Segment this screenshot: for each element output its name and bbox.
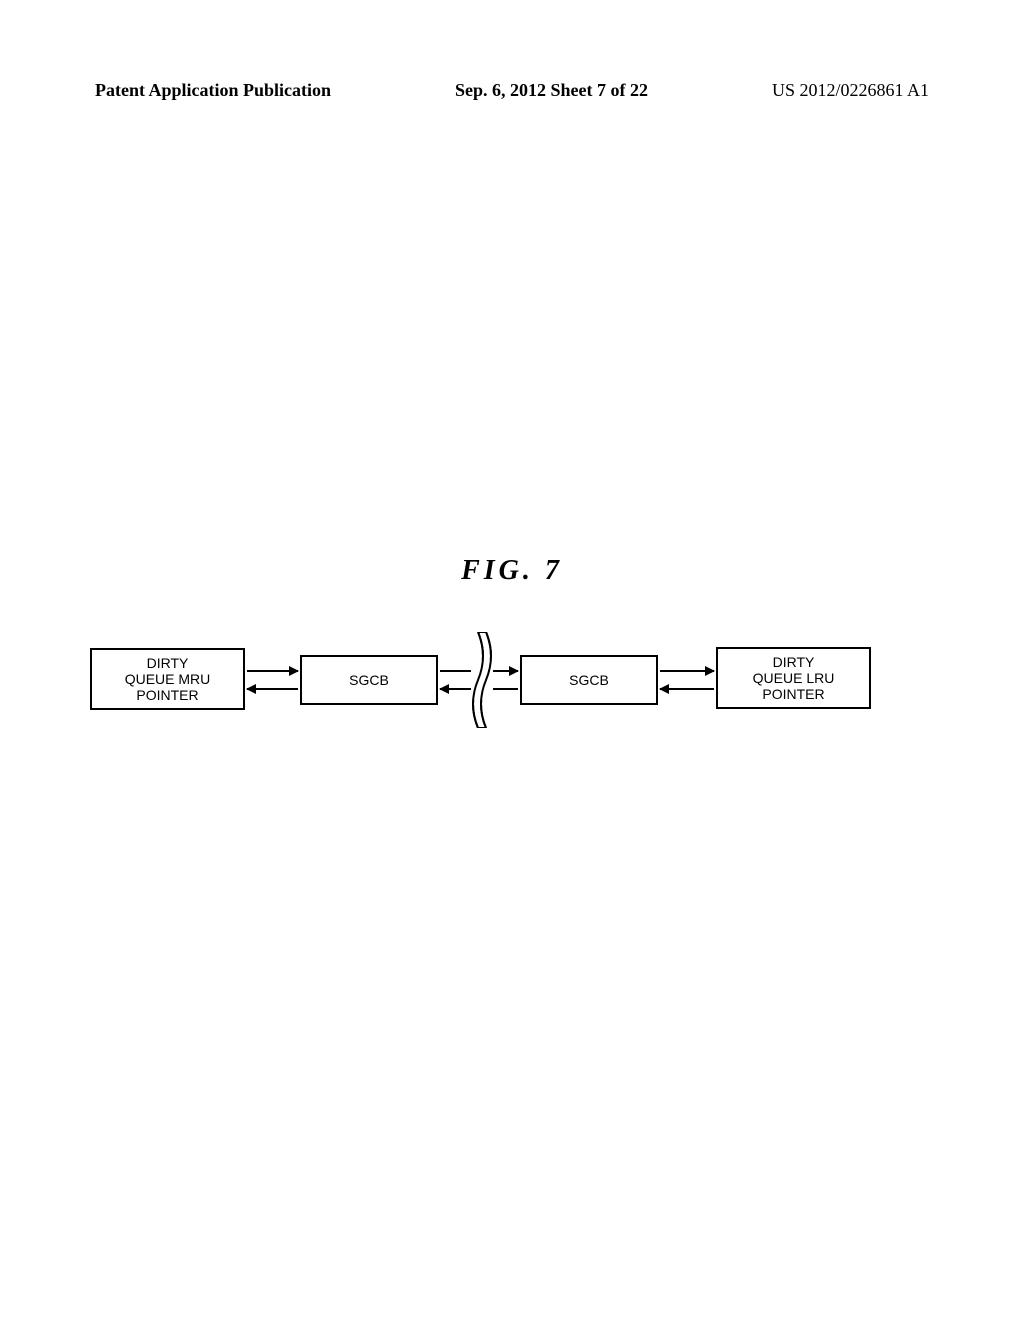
arrow-mru-to-sgcb1 <box>247 670 298 672</box>
arrow-sgcb1-to-mru <box>247 688 298 690</box>
header-date-sheet: Sep. 6, 2012 Sheet 7 of 22 <box>455 80 648 101</box>
box-sgcb1-label: SGCB <box>349 672 389 688</box>
arrow-sgcb2-to-lru <box>660 670 714 672</box>
dirty-queue-mru-pointer-box: DIRTYQUEUE MRUPOINTER <box>90 648 245 710</box>
dirty-queue-lru-pointer-box: DIRTYQUEUE LRUPOINTER <box>716 647 871 709</box>
arrow-sgcb1-to-sgcb2 <box>440 670 518 672</box>
arrow-sgcb2-to-sgcb1 <box>440 688 518 690</box>
figure-label: FIG. 7 <box>0 555 1024 587</box>
header-publication: Patent Application Publication <box>95 80 331 101</box>
sgcb-box-1: SGCB <box>300 655 438 705</box>
arrow-lru-to-sgcb2 <box>660 688 714 690</box>
page-header: Patent Application Publication Sep. 6, 2… <box>0 80 1024 101</box>
box-sgcb2-label: SGCB <box>569 672 609 688</box>
header-doc-number: US 2012/0226861 A1 <box>772 80 929 101</box>
box-mru-label: DIRTYQUEUE MRUPOINTER <box>125 655 211 703</box>
sgcb-box-2: SGCB <box>520 655 658 705</box>
continuation-break-icon <box>470 632 510 728</box>
box-lru-label: DIRTYQUEUE LRUPOINTER <box>753 654 835 702</box>
queue-diagram: DIRTYQUEUE MRUPOINTER SGCB SGCB DIRTYQUE… <box>90 640 920 730</box>
